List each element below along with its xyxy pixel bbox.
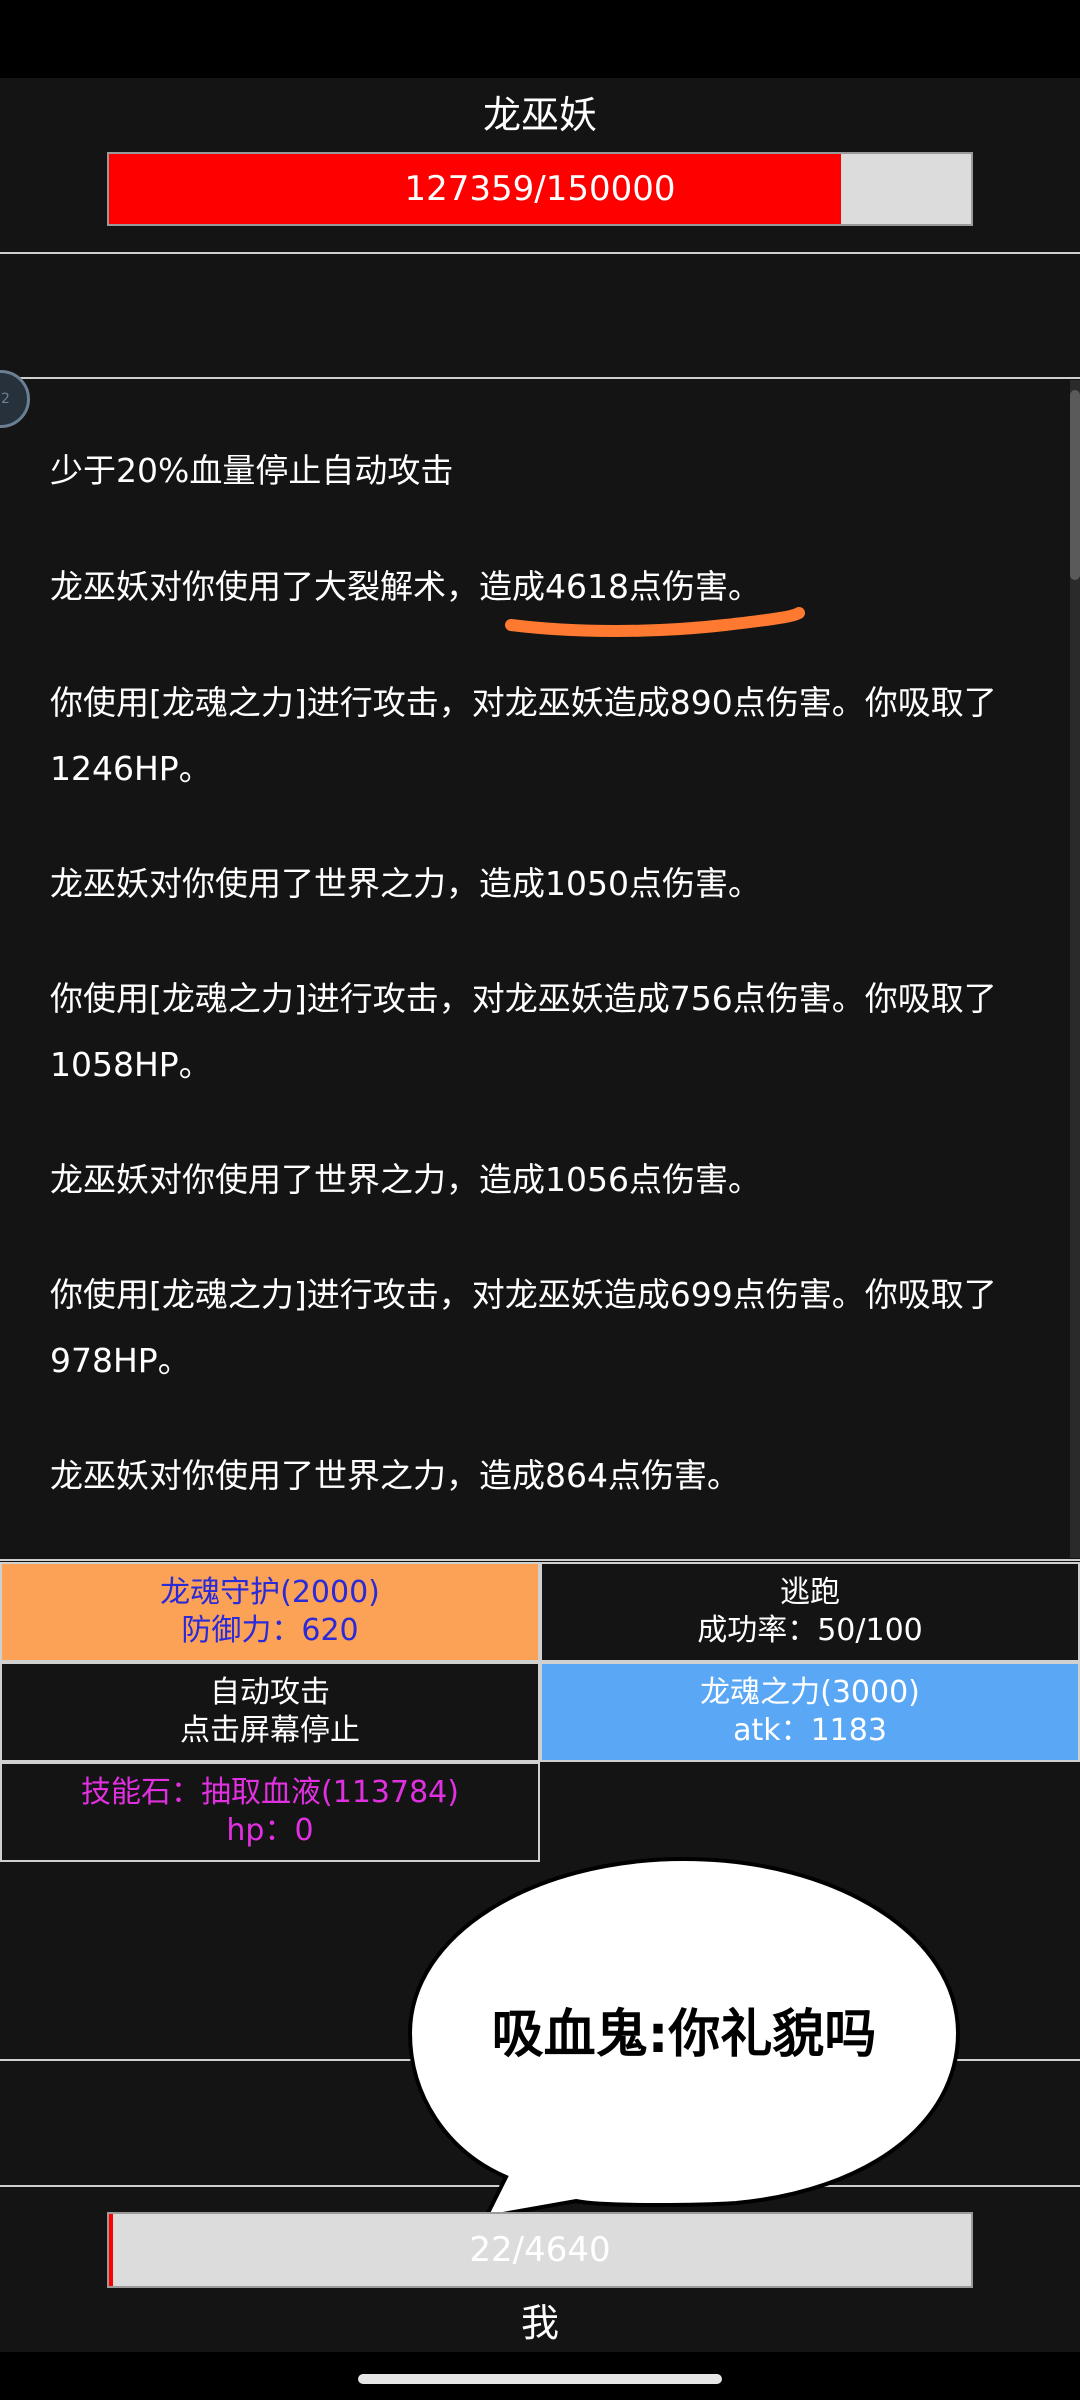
- log-entry: 少于20%血量停止自动攻击: [50, 451, 454, 490]
- power-label: 龙魂之力(3000): [700, 1675, 920, 1710]
- log-scrollbar[interactable]: [1070, 380, 1080, 1558]
- auto-attack-button[interactable]: 自动攻击 点击屏幕停止: [0, 1662, 540, 1762]
- scroll-thumb[interactable]: [1070, 390, 1080, 580]
- stone-label: 技能石：抽取血液(113784): [81, 1775, 459, 1810]
- log-entry: 你使用[龙魂之力]进行攻击，对龙巫妖造成699点伤害。你吸取了978HP。: [50, 1275, 997, 1380]
- orange-underline-annotation: [505, 607, 805, 637]
- log-entry: 龙巫妖对你使用了世界之力，造成1050点伤害。: [50, 864, 761, 903]
- enemy-hp-text: 127359/150000: [404, 169, 676, 209]
- log-entry: 龙巫妖对你使用了世界之力，造成1056点伤害。: [50, 1160, 761, 1199]
- power-atk: atk：1183: [733, 1713, 887, 1748]
- log-entry: 你使用[龙魂之力]进行攻击，对龙巫妖造成890点伤害。你吸取了1246HP。: [50, 683, 997, 788]
- guard-label: 龙魂守护(2000): [160, 1575, 380, 1610]
- home-indicator[interactable]: [358, 2374, 722, 2384]
- auto-hint: 点击屏幕停止: [180, 1713, 360, 1748]
- flee-rate: 成功率：50/100: [697, 1613, 923, 1648]
- skill-stone-button[interactable]: 技能石：抽取血液(113784) hp：0: [0, 1762, 540, 1862]
- skill-dragon-guard-button[interactable]: 龙魂守护(2000) 防御力：620: [0, 1562, 540, 1662]
- divider: [0, 252, 1080, 254]
- guard-defense: 防御力：620: [181, 1613, 359, 1648]
- enemy-hp-bar: 127359/150000: [107, 152, 973, 226]
- flee-button[interactable]: 逃跑 成功率：50/100: [540, 1562, 1080, 1662]
- skill-dragon-power-button[interactable]: 龙魂之力(3000) atk：1183: [540, 1662, 1080, 1762]
- enemy-name: 龙巫妖: [482, 93, 597, 137]
- divider: [0, 1559, 1080, 1561]
- log-entry: 龙巫妖对你使用了世界之力，造成864点伤害。: [50, 1456, 740, 1495]
- battle-log[interactable]: 少于20%血量停止自动攻击 龙巫妖对你使用了大裂解术，造成4618点伤害。 你使…: [0, 379, 1068, 1559]
- player-name: 我: [520, 2301, 559, 2345]
- auto-label: 自动攻击: [210, 1675, 330, 1710]
- player-hp-text: 22/4640: [469, 2230, 611, 2270]
- flee-label: 逃跑: [780, 1575, 840, 1610]
- stone-hp: hp：0: [226, 1813, 314, 1848]
- speech-bubble-text: 吸血鬼:你礼貌吗: [491, 2005, 877, 2065]
- player-hp-bar: 22/4640: [107, 2212, 973, 2288]
- log-entry: 你使用[龙魂之力]进行攻击，对龙巫妖造成756点伤害。你吸取了1058HP。: [50, 979, 997, 1084]
